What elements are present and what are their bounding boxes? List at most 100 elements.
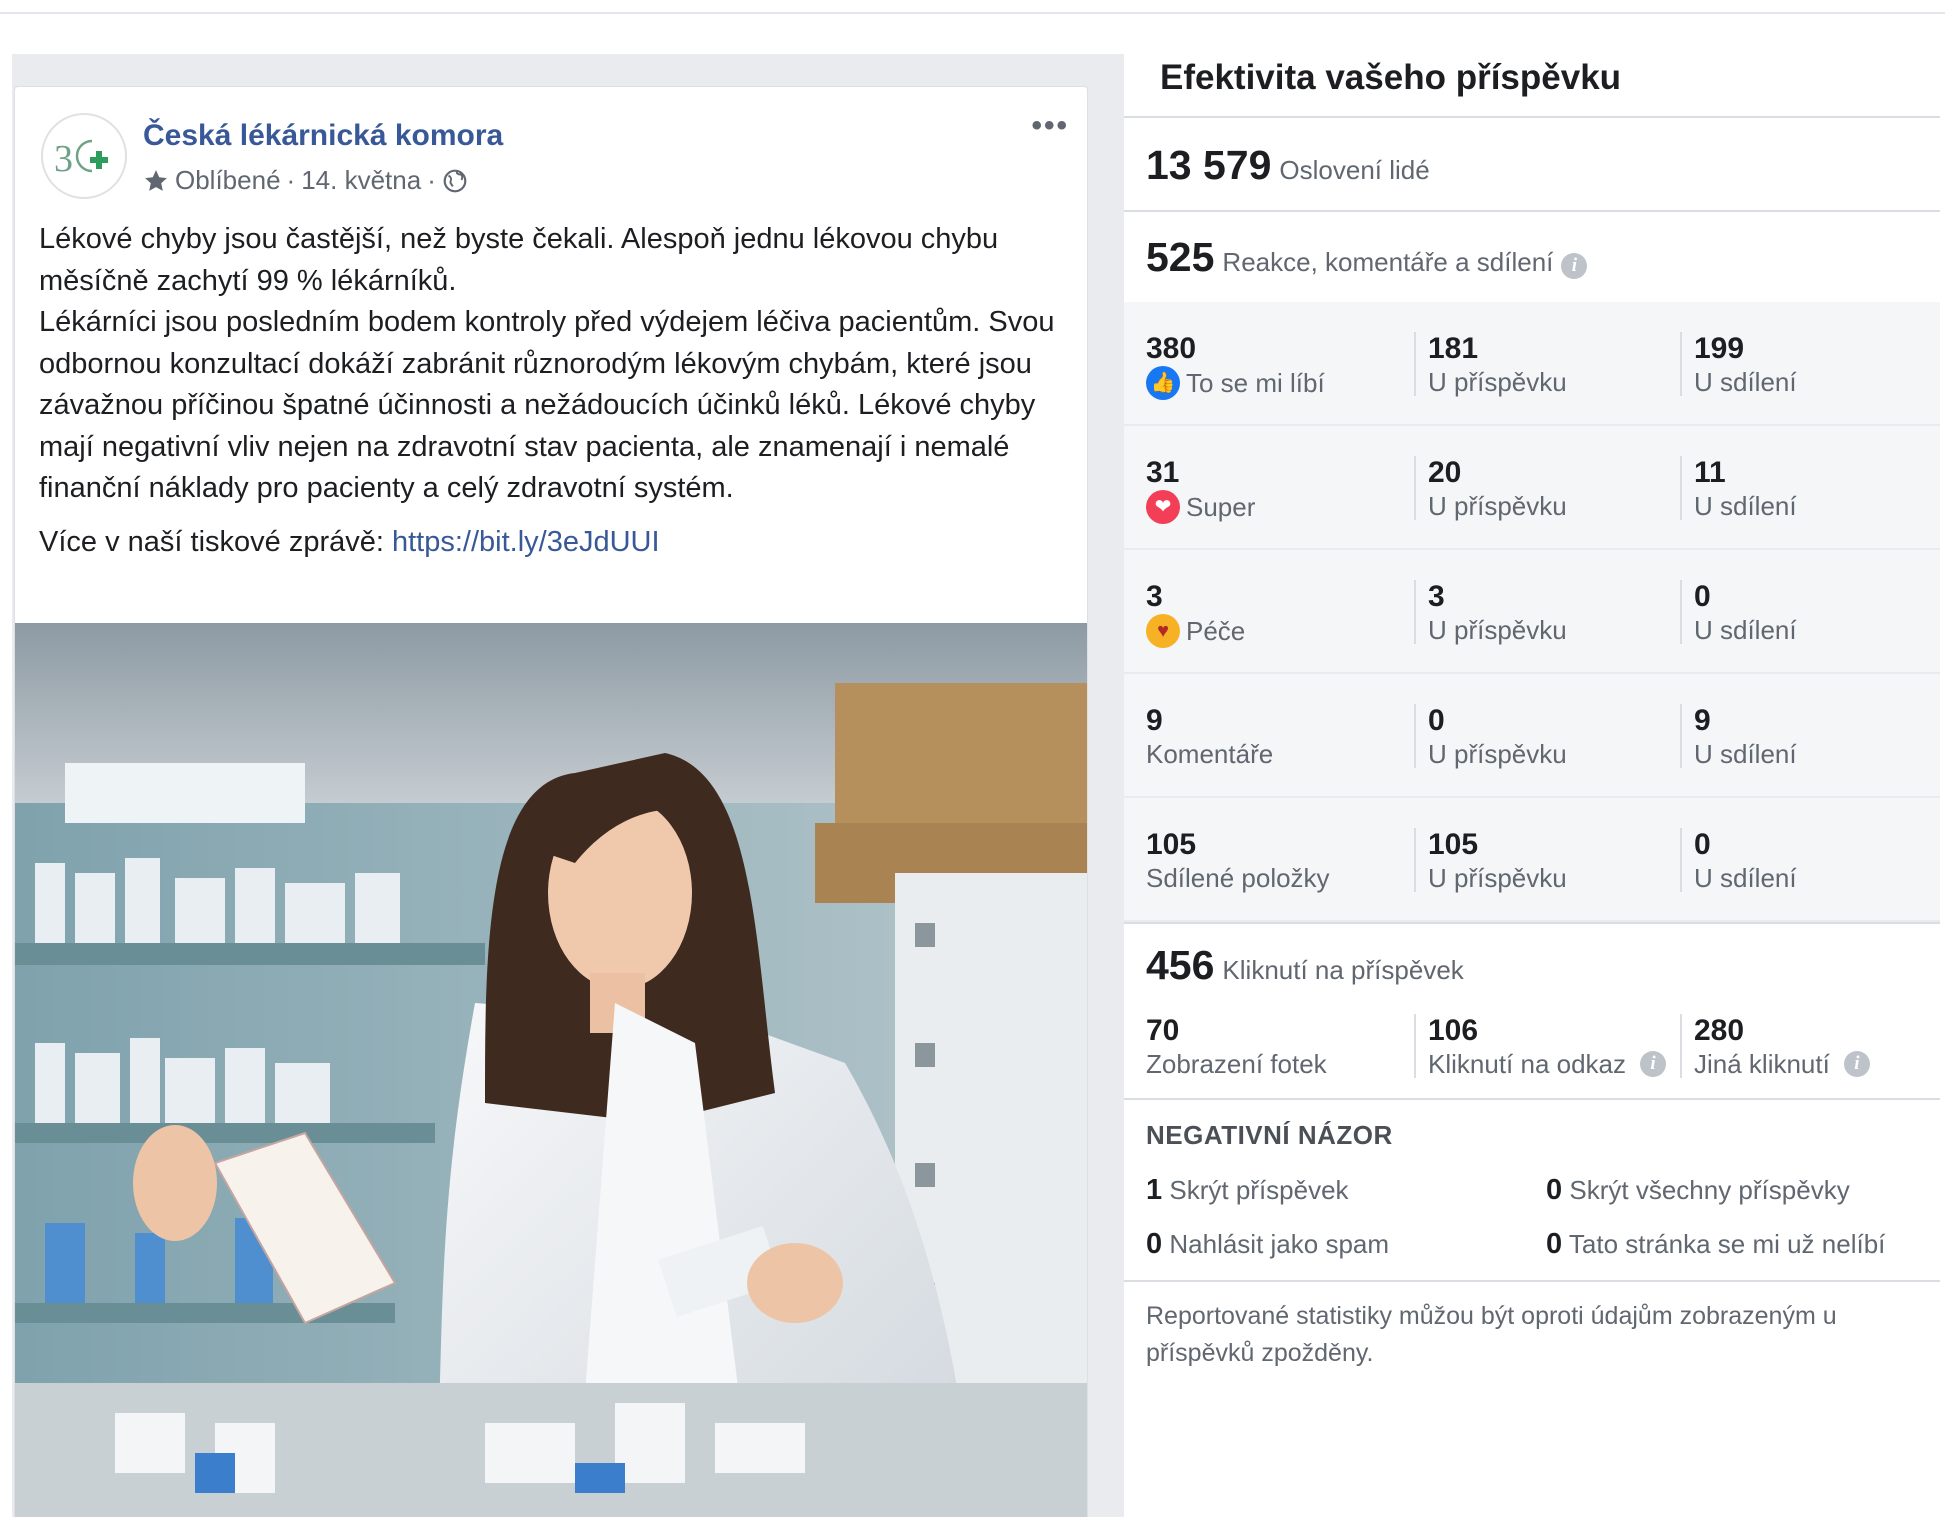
other-clicks: 280 Jiná kliknutí i <box>1680 1014 1870 1080</box>
unlike-page-label: Tato stránka se mi už nelíbí <box>1568 1229 1886 1259</box>
post-text: Lékové chyby jsou častější, než byste če… <box>39 219 1069 563</box>
divider <box>1124 116 1940 118</box>
comments-row: 9 Komentáře 0 U příspěvku 9 U sdílení <box>1124 674 1940 798</box>
top-border <box>0 0 1945 14</box>
reaction-on-shares: 11 U sdílení <box>1680 456 1797 521</box>
report-spam-stat: 0 Nahlásit jako spam <box>1146 1228 1389 1261</box>
reach-row: 13 579 Oslovení lidé <box>1146 142 1430 189</box>
info-icon[interactable]: i <box>1640 1051 1667 1077</box>
reaction-total-label-wrap: ❤ Super <box>1146 490 1255 524</box>
favorites-label: Oblíbené <box>175 165 281 195</box>
on-post-label: U příspěvku <box>1428 367 1567 397</box>
on-post-value: 181 <box>1428 332 1479 365</box>
divider <box>1124 210 1940 212</box>
post-meta: Oblíbené · 14. května · <box>143 165 468 196</box>
other-clicks-value: 280 <box>1694 1014 1745 1047</box>
link-clicks: 106 Kliknutí na odkaz i <box>1414 1014 1667 1080</box>
reach-value: 13 579 <box>1146 142 1272 188</box>
globe-icon[interactable] <box>442 168 468 194</box>
star-icon <box>145 169 167 191</box>
press-release-link[interactable]: https://bit.ly/3eJdUUI <box>392 526 660 558</box>
post-photo[interactable] <box>15 623 1087 1517</box>
report-spam-value: 0 <box>1146 1228 1163 1260</box>
more-options-button[interactable]: ••• <box>1031 109 1069 143</box>
on-shares-label: U sdílení <box>1694 367 1797 397</box>
press-release-prefix: Více v naší tiskové zprávě: <box>39 525 392 558</box>
page-avatar[interactable]: 3 <box>41 113 127 199</box>
reaction-total-value: 380 <box>1146 332 1197 365</box>
reaction-total-label: To se mi líbí <box>1186 368 1325 398</box>
report-spam-label: Nahlásit jako spam <box>1169 1229 1390 1259</box>
reaction-total: 31 ❤ Super <box>1146 456 1255 524</box>
reaction-on-post: 105 U příspěvku <box>1414 828 1567 893</box>
reaction-total: 380 👍 To se mi líbí <box>1146 332 1325 400</box>
meta-separator: · <box>427 165 436 195</box>
on-shares-label: U sdílení <box>1694 491 1797 521</box>
engagement-label: Reakce, komentáře a sdílení <box>1222 247 1554 277</box>
reaction-total-label-wrap: ♥ Péče <box>1146 614 1245 648</box>
on-post-value: 0 <box>1428 704 1445 737</box>
reaction-total-label: Sdílené položky <box>1146 863 1330 893</box>
reaction-total-value: 105 <box>1146 828 1197 861</box>
hide-all-stat: 0 Skrýt všechny příspěvky <box>1546 1174 1850 1207</box>
on-shares-value: 199 <box>1694 332 1745 365</box>
reaction-on-shares: 9 U sdílení <box>1680 704 1797 769</box>
post-paragraph: Lékárníci jsou posledním bodem kontroly … <box>39 306 1055 504</box>
on-post-label: U příspěvku <box>1428 739 1567 769</box>
reaction-row-love: 31 ❤ Super 20 U příspěvku 11 U sdílení <box>1124 426 1940 550</box>
photo-views: 70 Zobrazení fotek <box>1146 1014 1327 1080</box>
hide-all-label: Skrýt všechny příspěvky <box>1569 1175 1850 1205</box>
reaction-row-care: 3 ♥ Péče 3 U příspěvku 0 U sdílení <box>1124 550 1940 674</box>
care-icon: ♥ <box>1146 614 1180 648</box>
insights-panel: Efektivita vašeho příspěvku 13 579 Oslov… <box>1124 54 1945 1517</box>
photo-views-value: 70 <box>1146 1014 1180 1047</box>
page-name-link[interactable]: Česká lékárnická komora <box>143 119 503 153</box>
chamber-logo-icon: 3 <box>54 138 108 179</box>
hide-post-stat: 1 Skrýt příspěvek <box>1146 1174 1349 1207</box>
reaction-total-value: 31 <box>1146 456 1180 489</box>
post-paragraph: Lékové chyby jsou častější, než byste če… <box>39 223 999 297</box>
hide-post-value: 1 <box>1146 1174 1163 1206</box>
on-post-value: 105 <box>1428 828 1479 861</box>
on-shares-value: 9 <box>1694 704 1711 737</box>
link-clicks-label: Kliknutí na odkaz <box>1428 1049 1627 1079</box>
on-post-value: 20 <box>1428 456 1462 489</box>
reaction-total: 105 Sdílené položky <box>1146 828 1330 894</box>
info-icon[interactable]: i <box>1843 1051 1870 1077</box>
reactions-breakdown: 380 👍 To se mi líbí 181 U příspěvku 199 U… <box>1124 302 1940 922</box>
reach-label: Oslovení lidé <box>1279 155 1430 185</box>
post-card: 3 Česká lékárnická komora Oblíbené · 14.… <box>14 86 1088 1517</box>
reaction-total-label: Péče <box>1186 616 1246 646</box>
reaction-on-shares: 0 U sdílení <box>1680 828 1797 893</box>
reaction-total-value: 3 <box>1146 580 1163 613</box>
like-icon: 👍 <box>1146 366 1180 400</box>
other-clicks-label: Jiná kliknutí <box>1694 1049 1830 1079</box>
on-shares-label: U sdílení <box>1694 739 1797 769</box>
engagement-value: 525 <box>1146 234 1215 280</box>
reaction-row-like: 380 👍 To se mi líbí 181 U příspěvku 199 U… <box>1124 302 1940 426</box>
on-post-label: U příspěvku <box>1428 491 1567 521</box>
clicks-row: 456 Kliknutí na příspěvek <box>1146 942 1464 989</box>
on-post-value: 3 <box>1428 580 1445 613</box>
pharmacist-photo-illustration <box>15 623 1087 1517</box>
reaction-total: 9 Komentáře <box>1146 704 1273 770</box>
post-date-link[interactable]: 14. května <box>301 165 421 196</box>
shares-row: 105 Sdílené položky 105 U příspěvku 0 U … <box>1124 798 1940 922</box>
other-clicks-label-wrap: Jiná kliknutí i <box>1694 1048 1870 1080</box>
stats-delay-note: Reportované statistiky můžou být oproti … <box>1146 1302 1837 1367</box>
reaction-total-label-wrap: 👍 To se mi líbí <box>1146 366 1325 400</box>
on-shares-label: U sdílení <box>1694 615 1797 645</box>
on-post-label: U příspěvku <box>1428 863 1567 893</box>
reaction-total-label: Komentáře <box>1146 739 1274 769</box>
link-clicks-label-wrap: Kliknutí na odkaz i <box>1428 1048 1667 1080</box>
reaction-on-shares: 199 U sdílení <box>1680 332 1797 397</box>
reaction-on-post: 181 U příspěvku <box>1414 332 1567 397</box>
divider <box>1124 1280 1940 1282</box>
meta-separator: · <box>286 165 296 195</box>
on-shares-value: 0 <box>1694 580 1711 613</box>
reaction-total: 3 ♥ Péče <box>1146 580 1245 648</box>
info-icon[interactable]: i <box>1561 253 1588 279</box>
on-shares-value: 11 <box>1694 456 1726 489</box>
clicks-label: Kliknutí na příspěvek <box>1222 955 1464 985</box>
on-shares-label: U sdílení <box>1694 863 1797 893</box>
